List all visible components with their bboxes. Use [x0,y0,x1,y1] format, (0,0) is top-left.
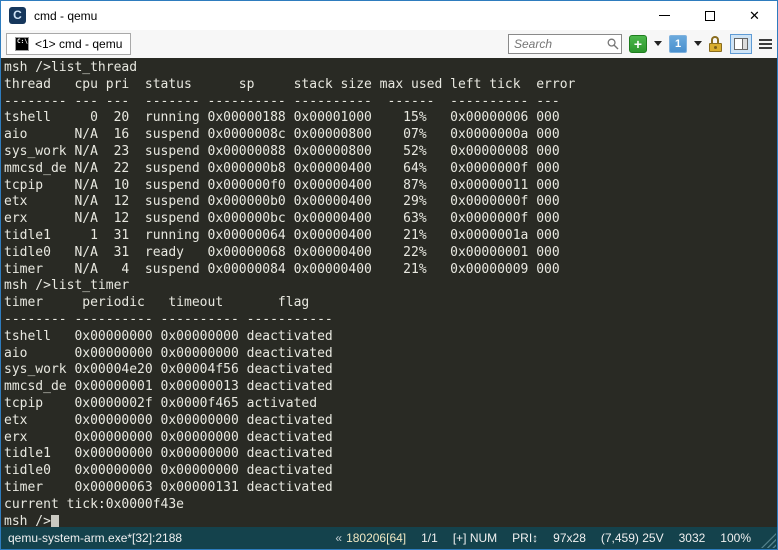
new-console-chevron-down-icon[interactable] [654,41,662,46]
tabbar: <1> cmd - qemu 1 [1,30,777,58]
scroll-counter[interactable]: «180206[64] [335,531,406,545]
terminal-output: msh />list_thread thread cpu pri status … [4,60,777,514]
lock-button[interactable] [709,36,723,52]
prompt-text: msh /> [4,514,51,527]
status-zoom[interactable]: 100% [720,531,751,545]
conemu-window: cmd - qemu ✕ <1> cmd - qemu 1 [0,0,778,550]
hamburger-icon [759,39,772,41]
view-toggle-button[interactable] [730,34,752,54]
search-box [508,34,622,54]
cmd-icon [15,37,29,51]
toolbar: 1 [508,34,772,54]
status-pane-count[interactable]: 1/1 [421,531,438,545]
maximize-button[interactable] [687,1,732,30]
console-list-chevron-down-icon[interactable] [694,41,702,46]
window-controls: ✕ [642,1,777,30]
search-input[interactable] [508,34,622,54]
menu-button[interactable] [759,39,772,49]
conemu-app-icon [9,7,26,24]
process-info[interactable]: qemu-system-arm.exe*[32]:2188 [8,531,182,545]
prompt-line: msh /> [4,514,777,527]
window-title: cmd - qemu [34,9,97,23]
minimize-icon [659,15,670,16]
status-right: «180206[64] 1/1 [+] NUM PRI↕ 97x28 (7,45… [335,531,777,545]
window-panel-icon [734,38,748,50]
tab-label: <1> cmd - qemu [35,37,122,51]
status-cursor-info[interactable]: (7,459) 25V [601,531,664,545]
status-value[interactable]: 3032 [679,531,706,545]
new-console-button[interactable] [629,35,647,53]
statusbar: qemu-system-arm.exe*[32]:2188 «180206[64… [1,527,777,549]
titlebar[interactable]: cmd - qemu ✕ [1,1,777,30]
active-console-button[interactable]: 1 [669,35,687,53]
cursor-block [51,515,59,527]
maximize-icon [705,11,715,21]
guillemet-icon: « [335,531,342,545]
minimize-button[interactable] [642,1,687,30]
terminal[interactable]: msh />list_thread thread cpu pri status … [1,58,777,527]
status-priority[interactable]: PRI↕ [512,531,538,545]
search-icon [607,38,619,50]
status-keyboard-flags[interactable]: [+] NUM [453,531,497,545]
status-console-size[interactable]: 97x28 [553,531,586,545]
close-button[interactable]: ✕ [732,1,777,30]
lock-icon [709,36,723,52]
close-icon: ✕ [749,9,760,22]
console-tab[interactable]: <1> cmd - qemu [6,33,131,55]
